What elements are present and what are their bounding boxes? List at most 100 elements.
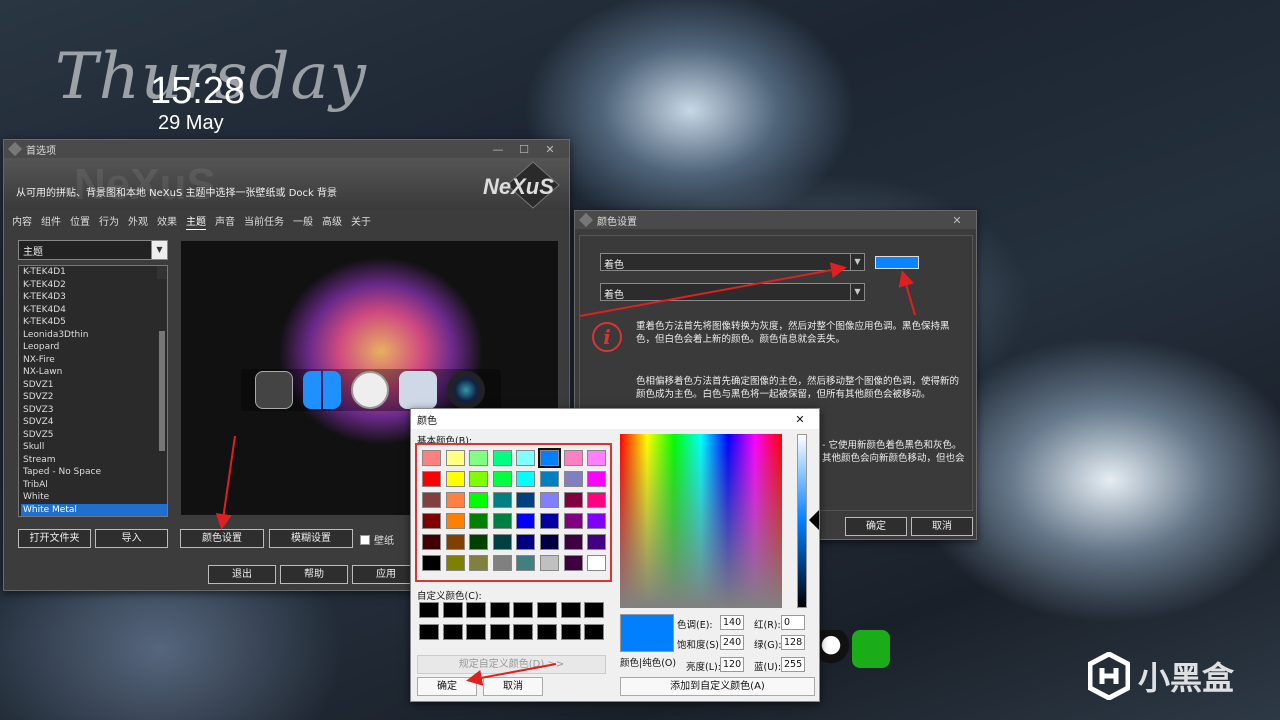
basic-color-swatch[interactable]: [422, 471, 441, 487]
theme-list-item[interactable]: Stream: [21, 454, 167, 467]
colordlg-cancel-button[interactable]: 取消: [483, 677, 543, 696]
basic-color-swatch[interactable]: [538, 448, 561, 468]
colordlg-ok-button[interactable]: 确定: [417, 677, 477, 696]
basic-color-swatch[interactable]: [540, 534, 559, 550]
import-button[interactable]: 导入: [95, 529, 168, 548]
theme-list-item[interactable]: TribAl: [21, 479, 167, 492]
theme-list-scrollbar[interactable]: [157, 266, 167, 451]
theme-type-select[interactable]: 主题 ▼: [18, 240, 168, 260]
custom-color-swatch[interactable]: [489, 624, 510, 640]
theme-list-item[interactable]: SDVZ5: [21, 429, 167, 442]
custom-color-swatch[interactable]: [466, 624, 487, 640]
basic-color-swatch[interactable]: [492, 471, 512, 487]
theme-list-item[interactable]: NX-Lawn: [21, 366, 167, 379]
theme-list-item[interactable]: SDVZ2: [21, 391, 167, 404]
basic-color-swatch[interactable]: [492, 450, 512, 466]
theme-list-item[interactable]: SDVZ1: [21, 379, 167, 392]
basic-color-swatch[interactable]: [587, 450, 607, 466]
basic-color-swatch[interactable]: [587, 534, 607, 550]
chevron-down-icon[interactable]: ▼: [850, 284, 864, 300]
basic-color-swatch[interactable]: [563, 513, 583, 529]
custom-color-swatch[interactable]: [419, 624, 439, 640]
basic-color-swatch[interactable]: [469, 555, 489, 571]
basic-color-swatch[interactable]: [587, 513, 607, 529]
basic-color-swatch[interactable]: [445, 492, 465, 508]
basic-color-swatch[interactable]: [563, 450, 583, 466]
basic-color-swatch[interactable]: [516, 492, 536, 508]
tab-behavior[interactable]: 行为: [99, 212, 119, 230]
basic-color-swatch[interactable]: [540, 513, 559, 529]
help-button[interactable]: 帮助: [280, 565, 348, 584]
maximize-button[interactable]: ☐: [511, 143, 537, 156]
basic-color-swatch[interactable]: [469, 471, 489, 487]
custom-color-swatch[interactable]: [466, 602, 487, 618]
theme-list-item[interactable]: White Metal: [21, 503, 167, 516]
basic-color-swatch[interactable]: [516, 450, 536, 466]
wechat-dock-icon[interactable]: [852, 630, 890, 668]
tab-theme[interactable]: 主题: [186, 212, 206, 230]
basic-color-swatch[interactable]: [469, 534, 489, 550]
saturation-field[interactable]: 240: [720, 635, 744, 650]
basic-color-swatch[interactable]: [469, 492, 489, 508]
green-field[interactable]: 128: [781, 635, 805, 650]
custom-color-swatch[interactable]: [537, 624, 557, 640]
define-custom-colors-button[interactable]: 规定自定义颜色(D) >>: [417, 655, 606, 674]
tab-content[interactable]: 内容: [12, 212, 32, 230]
custom-color-swatch[interactable]: [419, 602, 439, 618]
basic-color-swatch[interactable]: [587, 471, 607, 487]
exit-button[interactable]: 退出: [208, 565, 276, 584]
basic-color-swatch[interactable]: [492, 555, 512, 571]
theme-list-item[interactable]: NX-Fire: [21, 354, 167, 367]
prefs-titlebar[interactable]: 首选项 — ☐ ✕: [4, 140, 569, 158]
basic-color-swatch[interactable]: [516, 555, 536, 571]
luminance-slider[interactable]: [797, 434, 807, 608]
custom-color-swatch[interactable]: [560, 602, 581, 618]
basic-color-swatch[interactable]: [445, 450, 465, 466]
red-field[interactable]: 0: [781, 615, 805, 630]
theme-list-item[interactable]: Skull: [21, 441, 167, 454]
open-folder-button[interactable]: 打开文件夹: [18, 529, 91, 548]
basic-color-swatch[interactable]: [422, 513, 441, 529]
color-settings-button[interactable]: 颜色设置: [180, 529, 264, 548]
add-to-custom-colors-button[interactable]: 添加到自定义颜色(A): [620, 677, 815, 696]
basic-color-swatch[interactable]: [516, 471, 536, 487]
colorset-cancel-button[interactable]: 取消: [911, 517, 973, 536]
basic-color-swatch[interactable]: [516, 534, 536, 550]
basic-color-swatch[interactable]: [422, 555, 441, 571]
tab-sound[interactable]: 声音: [215, 212, 235, 230]
tab-advanced[interactable]: 高级: [322, 212, 342, 230]
basic-color-swatch[interactable]: [563, 555, 583, 571]
basic-color-swatch[interactable]: [563, 534, 583, 550]
theme-list-item[interactable]: K-TEK4D5: [21, 316, 167, 329]
close-button[interactable]: ✕: [944, 214, 970, 227]
color-spectrum[interactable]: [620, 434, 782, 608]
tab-components[interactable]: 组件: [41, 212, 61, 230]
hue-field[interactable]: 140: [720, 615, 744, 630]
luminance-slider-arrow-icon[interactable]: [809, 510, 819, 530]
custom-color-swatch[interactable]: [584, 602, 605, 618]
theme-list-item[interactable]: Taped - No Space: [21, 466, 167, 479]
colordlg-titlebar[interactable]: 颜色 ✕: [411, 409, 819, 429]
basic-color-swatch[interactable]: [422, 534, 441, 550]
basic-color-swatch[interactable]: [540, 471, 559, 487]
basic-color-swatch[interactable]: [540, 555, 559, 571]
custom-color-swatch[interactable]: [442, 624, 463, 640]
custom-color-swatch[interactable]: [537, 602, 557, 618]
checkbox-box[interactable]: [360, 534, 370, 545]
basic-color-swatch[interactable]: [445, 513, 465, 529]
basic-color-swatch[interactable]: [445, 534, 465, 550]
theme-list-item[interactable]: K-TEK4D1: [21, 266, 167, 279]
theme-list-item[interactable]: Leopard: [21, 341, 167, 354]
colorset-titlebar[interactable]: 颜色设置 ✕: [575, 211, 976, 229]
basic-color-swatch[interactable]: [492, 534, 512, 550]
basic-color-swatch[interactable]: [563, 471, 583, 487]
basic-color-swatch[interactable]: [445, 555, 465, 571]
theme-list-item[interactable]: White: [21, 491, 167, 504]
custom-color-swatch[interactable]: [489, 602, 510, 618]
custom-color-swatch[interactable]: [442, 602, 463, 618]
tab-about[interactable]: 关于: [351, 212, 371, 230]
basic-color-swatch[interactable]: [587, 492, 607, 508]
scrollbar-thumb[interactable]: [159, 331, 165, 451]
close-button[interactable]: ✕: [537, 143, 563, 156]
colorize-method-select[interactable]: 着色 ▼: [600, 253, 865, 271]
